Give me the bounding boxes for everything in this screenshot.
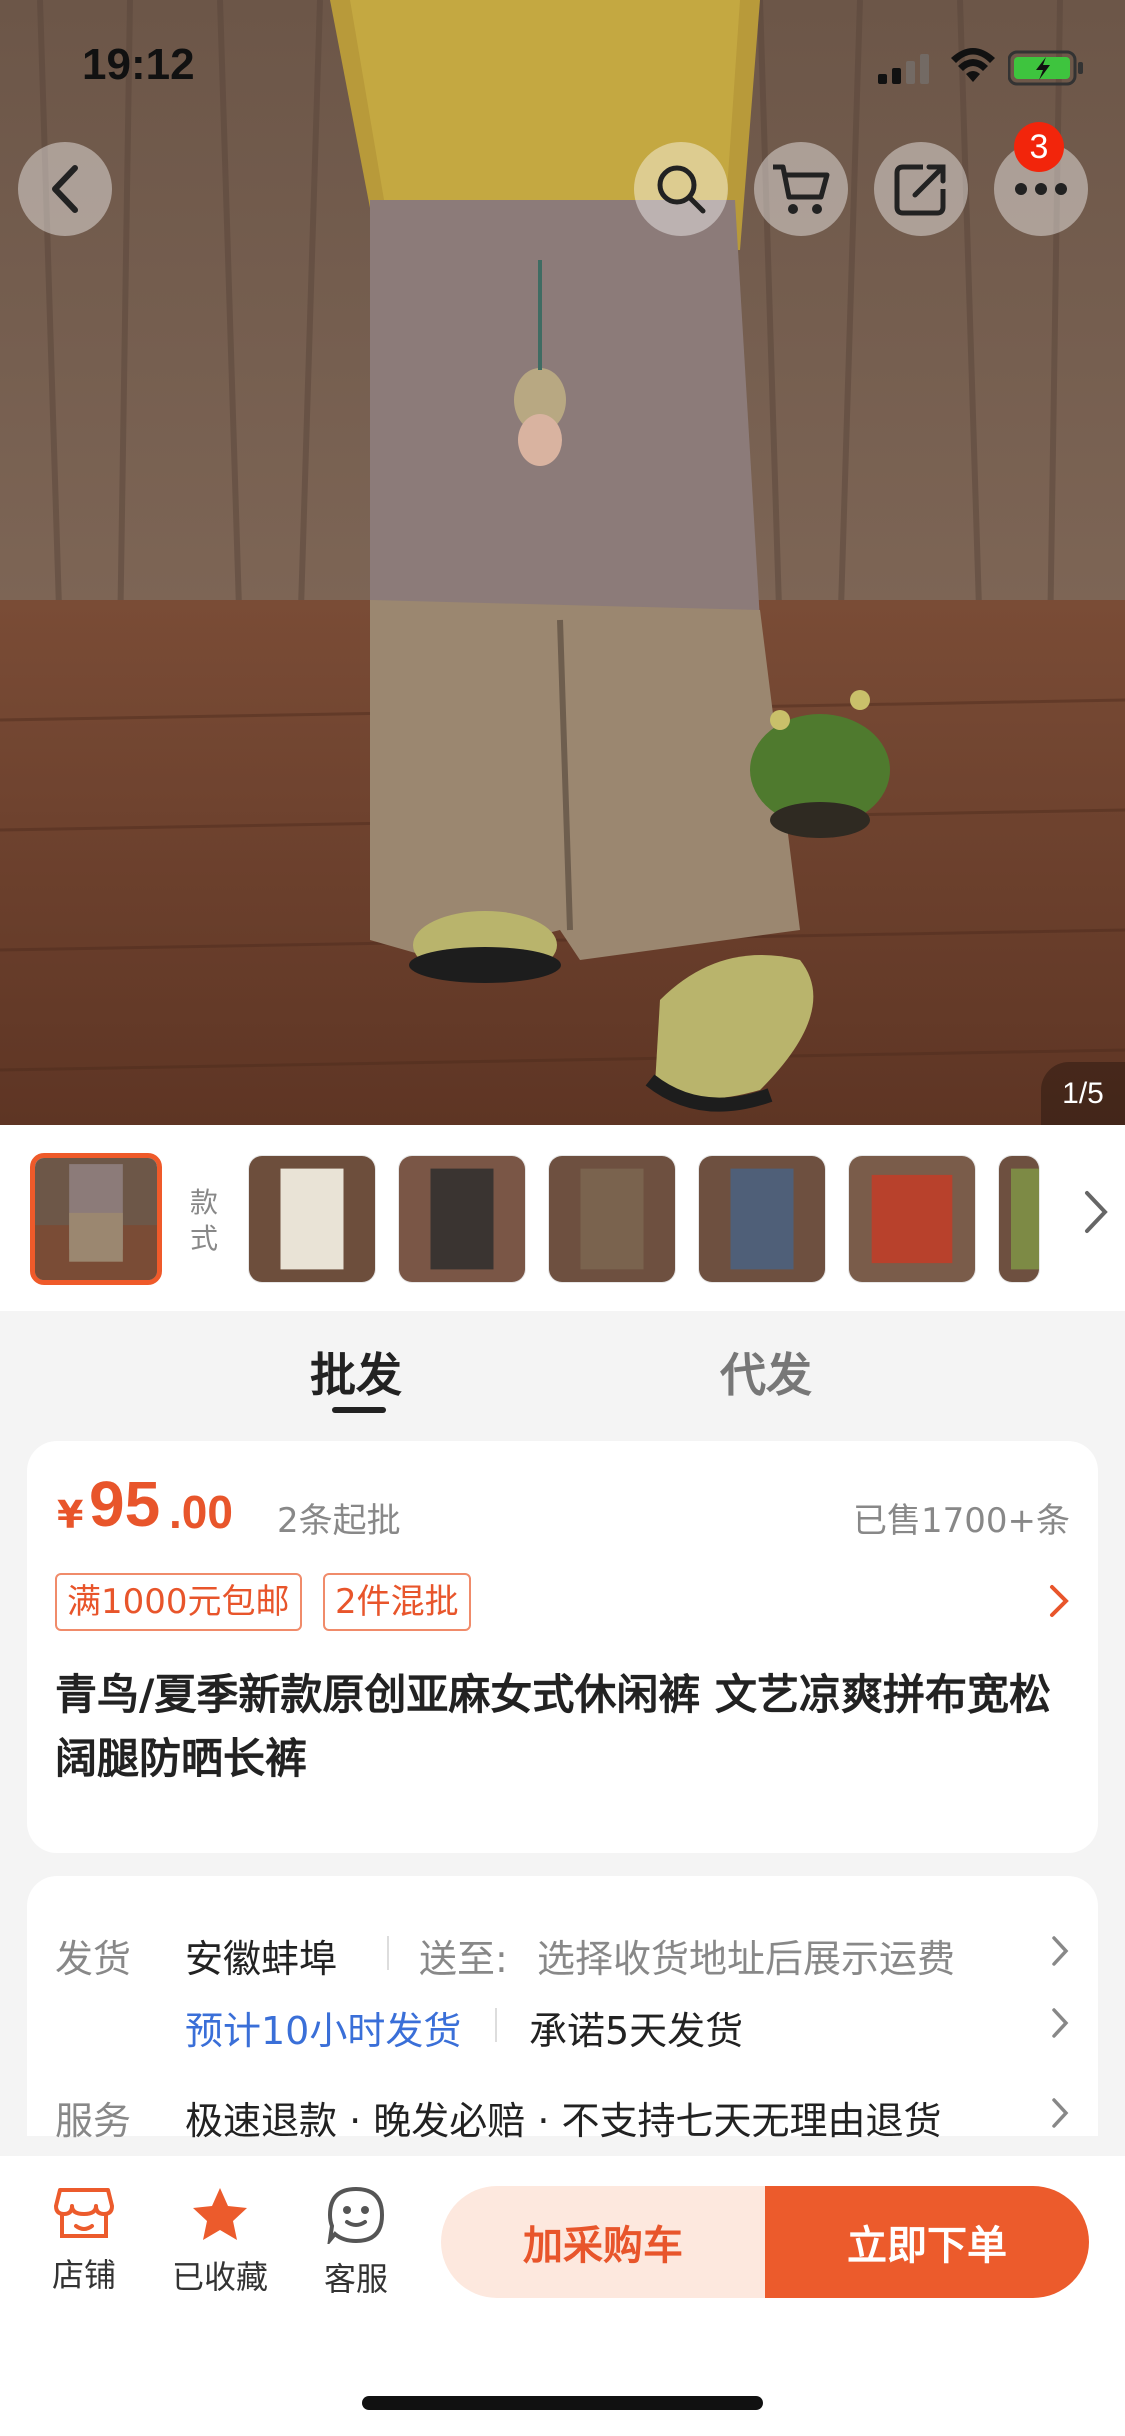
customer-service-label: 客服 — [323, 2260, 388, 2298]
buy-now-button[interactable]: 立即下单 — [765, 2186, 1089, 2298]
message-count-badge: 3 — [1014, 122, 1064, 172]
back-button[interactable] — [18, 142, 112, 236]
divider — [495, 2008, 497, 2042]
home-indicator[interactable] — [362, 2396, 763, 2410]
tab-active-indicator — [332, 1407, 386, 1413]
add-to-cart-button[interactable]: 加采购车 — [441, 2186, 765, 2298]
status-time: 19:12 — [82, 40, 195, 89]
style-thumb-main[interactable] — [30, 1153, 162, 1285]
price-decimal: .00 — [169, 1486, 233, 1538]
store-icon — [54, 2188, 114, 2238]
search-button[interactable] — [634, 142, 728, 236]
chat-face-icon — [327, 2186, 385, 2247]
chevron-right-icon[interactable] — [1050, 2096, 1070, 2130]
style-selector-strip: 款 式 — [0, 1125, 1125, 1311]
store-label: 店铺 — [51, 2256, 116, 2294]
status-bar: 19:12 — [0, 0, 1125, 140]
cart-button[interactable] — [754, 142, 848, 236]
product-title: 青鸟/夏季新款原创亚麻女式休闲裤 文艺凉爽拼布宽松阔腿防晒长裤 — [55, 1670, 1051, 1783]
promo-tag-free-shipping: 满1000元包邮 — [55, 1573, 302, 1631]
style-thumb-1[interactable] — [248, 1155, 376, 1283]
price-card: ¥ 95 .00 2条起批 已售1700+条 满1000元包邮 2件混批 青鸟/… — [27, 1441, 1098, 1853]
signal-icon — [878, 54, 929, 84]
style-label: 款 式 — [189, 1186, 218, 1255]
currency-symbol: ¥ — [57, 1493, 84, 1537]
price-integer: 95 — [89, 1468, 161, 1540]
share-icon — [894, 164, 946, 216]
more-dots-icon — [1015, 183, 1067, 195]
search-icon — [657, 165, 706, 214]
tab-dropship[interactable]: 代发 — [720, 1339, 812, 1405]
style-thumb-2[interactable] — [398, 1155, 526, 1283]
wifi-icon — [951, 48, 995, 82]
min-order-qty: 2条起批 — [277, 1501, 401, 1541]
chevron-right-icon[interactable] — [1081, 1189, 1111, 1235]
store-button[interactable]: 店铺 — [24, 2186, 144, 2296]
star-icon — [193, 2188, 247, 2240]
more-button[interactable]: 3 — [994, 122, 1088, 236]
style-thumb-3[interactable] — [548, 1155, 676, 1283]
purchase-mode-tabs: 批发 代发 — [0, 1311, 1125, 1441]
shipping-label: 发货 — [55, 1937, 132, 1981]
tab-wholesale[interactable]: 批发 — [310, 1339, 402, 1405]
chevron-left-icon — [52, 165, 78, 213]
bottom-action-bar: 店铺 已收藏 客服 加采购车 立即下单 — [0, 2156, 1125, 2436]
customer-service-button[interactable]: 客服 — [296, 2186, 416, 2300]
favorite-button[interactable]: 已收藏 — [160, 2186, 280, 2298]
image-counter: 1/5 — [1041, 1062, 1125, 1126]
chevron-right-icon[interactable] — [1050, 1934, 1070, 1968]
style-thumb-5[interactable] — [848, 1155, 976, 1283]
share-button[interactable] — [874, 142, 968, 236]
battery-icon — [1008, 50, 1083, 86]
shipping-card: 发货 安徽蚌埠 送至: 选择收货地址后展示运费 预计10小时发货 承诺5天发货 … — [27, 1876, 1098, 2143]
chevron-right-icon[interactable] — [1048, 1583, 1070, 1619]
chevron-right-icon[interactable] — [1050, 2006, 1070, 2040]
service-label: 服务 — [55, 2099, 132, 2143]
ship-eta: 预计10小时发货 — [185, 2009, 462, 2053]
sold-count: 已售1700+条 — [852, 1501, 1070, 1541]
cart-icon — [773, 164, 830, 214]
style-thumb-4[interactable] — [698, 1155, 826, 1283]
ship-promise: 承诺5天发货 — [529, 2009, 744, 2053]
shipping-origin: 安徽蚌埠 — [185, 1937, 338, 1981]
ship-to-value[interactable]: 选择收货地址后展示运费 — [537, 1928, 955, 1983]
promo-tag-mixed-batch: 2件混批 — [323, 1573, 471, 1631]
service-value[interactable]: 极速退款 · 晚发必赔 · 不支持七天无理由退货 — [185, 2090, 941, 2145]
favorite-label: 已收藏 — [171, 2258, 268, 2296]
ship-to-label: 送至: — [419, 1937, 508, 1981]
divider — [387, 1936, 389, 1970]
style-thumb-6[interactable] — [998, 1155, 1040, 1283]
